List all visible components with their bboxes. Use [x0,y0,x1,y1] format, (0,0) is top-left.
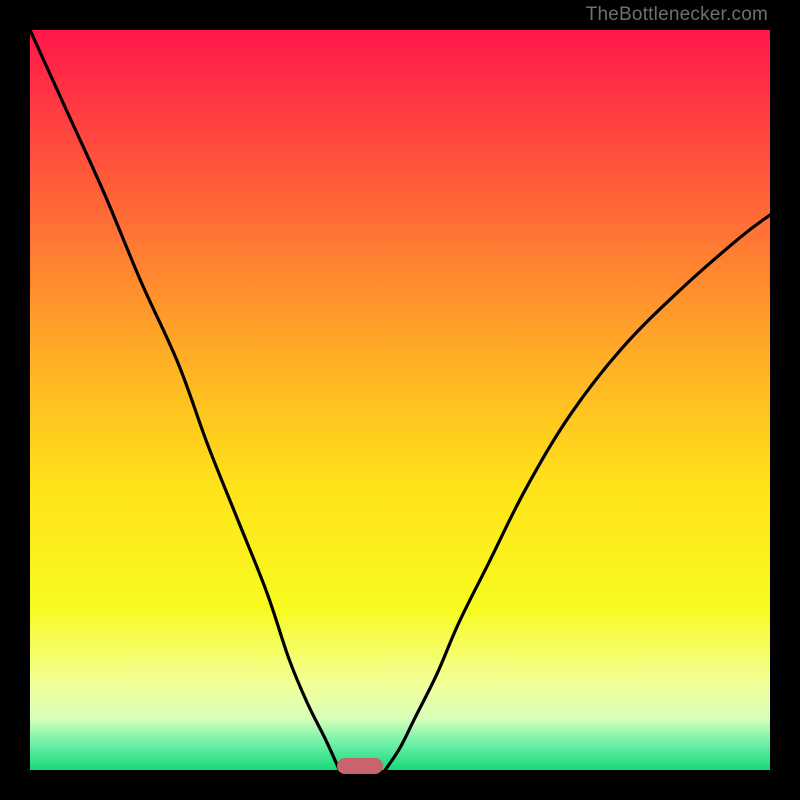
plot-frame [30,30,770,770]
curve-layer [30,30,770,770]
watermark-text: TheBottlenecker.com [586,4,768,26]
curve-left-branch [30,30,339,770]
bottleneck-marker [337,758,383,774]
curve-right-branch [385,215,770,770]
